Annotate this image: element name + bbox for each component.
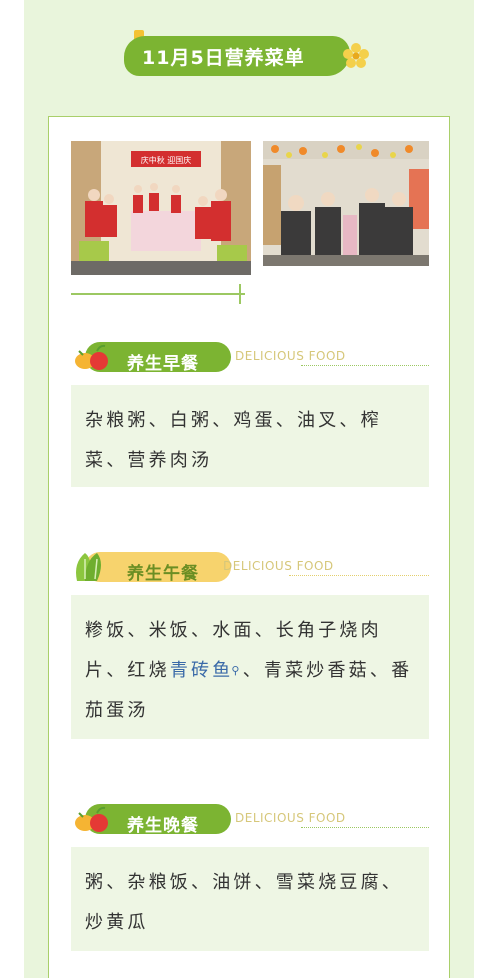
section-title: 养生午餐 — [127, 564, 199, 584]
menu-card: 庆中秋 迎国庆 养生早餐 DELICIOUS FOOD 杂粮粥、白粥、鸡蛋、油叉… — [48, 116, 450, 978]
section-title: 养生早餐 — [127, 354, 199, 374]
decorative-line — [71, 293, 245, 295]
section-title: 养生晚餐 — [127, 816, 199, 836]
menu-box-lunch: 糁饭、米饭、水面、长角子烧肉片、红烧青砖鱼⚲、青菜炒香菇、番茄蛋汤 — [71, 595, 429, 739]
dish-link[interactable]: 青砖鱼 — [170, 660, 234, 681]
cabbage-icon — [76, 553, 101, 581]
section-header-dinner: 养生晚餐 DELICIOUS FOOD — [71, 801, 429, 837]
dotted-divider — [301, 365, 429, 366]
dotted-divider — [289, 575, 429, 576]
banner-photo-text: 庆中秋 迎国庆 — [141, 155, 192, 165]
dotted-divider — [301, 827, 429, 828]
section-subtitle: DELICIOUS FOOD — [235, 811, 346, 825]
fruit-icon — [75, 806, 108, 832]
flower-icon — [343, 43, 369, 68]
title-banner: 11月5日营养菜单 — [120, 30, 380, 82]
section-subtitle: DELICIOUS FOOD — [223, 559, 334, 573]
menu-items: 粥、杂粮饭、油饼、雪菜烧豆腐、炒黄瓜 — [85, 872, 403, 933]
section-header-lunch: 养生午餐 DELICIOUS FOOD — [71, 549, 429, 585]
page-title: 11月5日营养菜单 — [142, 47, 305, 69]
menu-box-breakfast: 杂粮粥、白粥、鸡蛋、油叉、榨菜、营养肉汤 — [71, 385, 429, 487]
section-header-breakfast: 养生早餐 DELICIOUS FOOD — [71, 339, 429, 375]
menu-items: 杂粮粥、白粥、鸡蛋、油叉、榨菜、营养肉汤 — [85, 410, 382, 471]
event-photo-1-image: 庆中秋 迎国庆 — [71, 141, 251, 275]
event-photo-2[interactable] — [263, 141, 429, 266]
event-photo-2-image — [263, 141, 429, 266]
event-photo-1[interactable]: 庆中秋 迎国庆 — [71, 141, 251, 275]
menu-items: 糁饭、米饭、水面、长角子烧肉片、红烧青砖鱼⚲、青菜炒香菇、番茄蛋汤 — [85, 611, 415, 731]
menu-box-dinner: 粥、杂粮饭、油饼、雪菜烧豆腐、炒黄瓜 — [71, 847, 429, 951]
decorative-plus — [239, 284, 241, 304]
fruit-icon — [75, 344, 108, 370]
section-subtitle: DELICIOUS FOOD — [235, 349, 346, 363]
search-icon[interactable]: ⚲ — [231, 651, 242, 691]
